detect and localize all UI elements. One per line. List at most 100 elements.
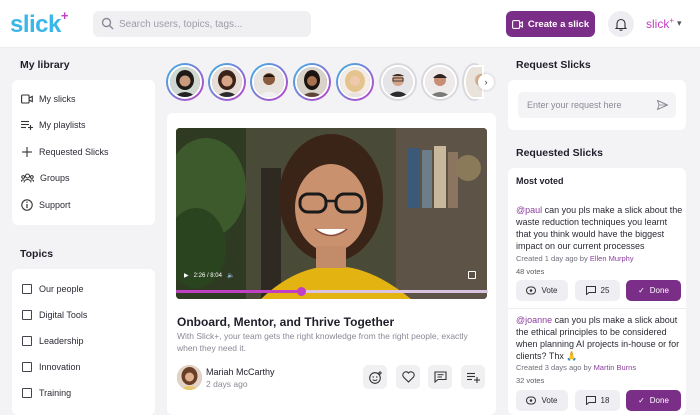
- topic-digital-tools[interactable]: Digital Tools: [22, 310, 87, 320]
- chevron-down-icon: ▾: [677, 18, 682, 28]
- library-item-my-slicks[interactable]: My slicks: [21, 94, 76, 104]
- library-item-groups[interactable]: Groups: [21, 173, 70, 183]
- story-avatar[interactable]: [166, 63, 204, 101]
- post-time: 2 days ago: [206, 379, 248, 389]
- requester-name[interactable]: Ellen Murphy: [590, 254, 634, 263]
- create-slick-button[interactable]: Create a slick: [506, 11, 595, 37]
- comment-icon: [433, 371, 447, 383]
- video-progress-bar[interactable]: [176, 287, 488, 296]
- avatar: [338, 65, 372, 99]
- groups-icon: [21, 173, 34, 183]
- story-avatar[interactable]: [208, 63, 246, 101]
- author-name[interactable]: Mariah McCarthy: [206, 367, 275, 377]
- avatar: [210, 65, 244, 99]
- video-time: 2:26 / 8:04: [193, 272, 222, 279]
- play-icon[interactable]: ▶: [184, 272, 189, 279]
- info-icon: [21, 199, 33, 211]
- comments-button[interactable]: 18: [575, 390, 620, 411]
- send-icon[interactable]: [657, 100, 668, 110]
- vote-count: 32 votes: [516, 376, 545, 385]
- account-logo: slick+: [646, 16, 675, 31]
- library-item-label: Requested Slicks: [39, 147, 109, 157]
- story-avatar[interactable]: [250, 63, 288, 101]
- library-item-requested-slicks[interactable]: Requested Slicks: [21, 147, 109, 157]
- mention-link[interactable]: @joanne: [516, 315, 552, 325]
- topic-training[interactable]: Training: [22, 388, 71, 398]
- add-reaction-icon: [368, 370, 382, 384]
- topics-card: Our people Digital Tools Leadership Inno…: [12, 269, 155, 415]
- request-item-text: @paul can you pls make a slick about the…: [516, 205, 683, 251]
- post-title: Onboard, Mentor, and Thrive Together: [177, 315, 395, 329]
- story-avatar[interactable]: [293, 63, 331, 101]
- slick-logo[interactable]: slick+: [10, 8, 68, 39]
- requested-slicks-heading: Requested Slicks: [516, 147, 603, 159]
- library-item-label: My slicks: [39, 94, 76, 104]
- library-item-label: My playlists: [39, 120, 86, 130]
- story-avatar[interactable]: [336, 63, 374, 101]
- mention-link[interactable]: @paul: [516, 205, 542, 215]
- avatars-next-button[interactable]: ›: [478, 74, 494, 90]
- request-item-text: @joanne can you pls make a slick about t…: [516, 315, 680, 361]
- playlist-add-icon: [466, 372, 480, 383]
- video-progress-knob[interactable]: [296, 287, 306, 296]
- avatar: [252, 65, 286, 99]
- topic-label: Training: [39, 388, 72, 398]
- chevron-right-icon: ›: [484, 77, 488, 87]
- heart-icon: [401, 371, 415, 383]
- avatar: [168, 65, 202, 99]
- done-button[interactable]: ✓ Done: [626, 280, 681, 301]
- topic-label: Our people: [39, 284, 84, 294]
- request-card: [508, 80, 686, 130]
- topic-checkbox[interactable]: [22, 336, 32, 346]
- vote-button[interactable]: Vote: [516, 280, 568, 301]
- notifications-button[interactable]: [608, 11, 634, 37]
- library-item-my-playlists[interactable]: My playlists: [21, 120, 86, 130]
- topic-leadership[interactable]: Leadership: [22, 336, 84, 346]
- avatar: [423, 65, 457, 99]
- request-meta: Created 1 day ago by Ellen Murphy: [516, 254, 634, 263]
- topic-checkbox[interactable]: [22, 310, 32, 320]
- topic-innovation[interactable]: Innovation: [22, 362, 81, 372]
- request-box[interactable]: [518, 92, 676, 118]
- topics-heading: Topics: [20, 248, 54, 260]
- story-avatar[interactable]: [421, 63, 459, 101]
- topic-our-people[interactable]: Our people: [22, 284, 84, 294]
- request-meta: Created 3 days ago by Martin Burns: [516, 363, 637, 372]
- library-card: My slicks My playlists Requested Slicks …: [12, 80, 155, 225]
- search-input[interactable]: [119, 11, 304, 37]
- fullscreen-icon[interactable]: [468, 271, 476, 279]
- volume-icon[interactable]: 🔈: [227, 272, 234, 279]
- top-bar: slick+ Create a slick slick+ ▾: [0, 0, 700, 48]
- sort-label[interactable]: Most voted: [516, 176, 564, 186]
- video-icon: [21, 94, 33, 104]
- topic-checkbox[interactable]: [22, 388, 32, 398]
- vote-count: 48 votes: [516, 267, 545, 276]
- comment-icon: [585, 396, 596, 405]
- comments-button[interactable]: 25: [575, 280, 620, 301]
- story-avatar[interactable]: [379, 63, 417, 101]
- vote-button[interactable]: Vote: [516, 390, 568, 411]
- plus-icon: [22, 147, 32, 157]
- add-to-playlist-button[interactable]: [461, 365, 485, 389]
- topic-checkbox[interactable]: [22, 284, 32, 294]
- search-icon: [101, 17, 114, 30]
- request-input[interactable]: [527, 92, 655, 118]
- vote-icon: [526, 286, 537, 295]
- library-item-support[interactable]: Support: [21, 199, 71, 211]
- done-button[interactable]: ✓ Done: [626, 390, 681, 411]
- vote-icon: [526, 396, 537, 405]
- avatar: [381, 65, 415, 99]
- requester-name[interactable]: Martin Burns: [594, 363, 637, 372]
- library-item-label: Groups: [40, 173, 70, 183]
- post-description: With Slick+, your team gets the right kn…: [177, 331, 468, 353]
- react-button[interactable]: [363, 365, 387, 389]
- check-icon: ✓: [638, 286, 645, 295]
- author-avatar[interactable]: [177, 365, 202, 390]
- video-player[interactable]: ▶ 2:26 / 8:04 🔈: [176, 128, 487, 299]
- comment-button[interactable]: [428, 365, 452, 389]
- like-button[interactable]: [396, 365, 420, 389]
- topic-checkbox[interactable]: [22, 362, 32, 372]
- search-box[interactable]: [93, 11, 311, 37]
- account-menu[interactable]: slick+ ▾: [646, 16, 682, 31]
- avatar: [295, 65, 329, 99]
